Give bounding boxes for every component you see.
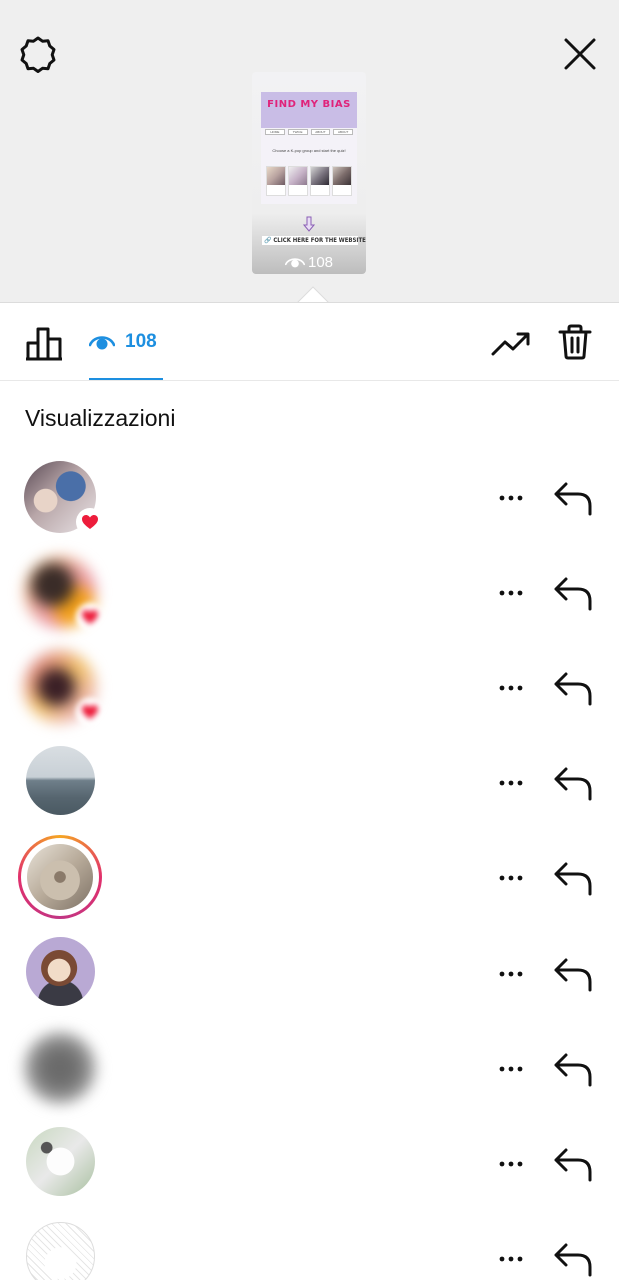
- story-thumbnail[interactable]: FIND MY BIAS HOME TWICE ABOUT ABOUT Choo…: [252, 72, 366, 274]
- avatar[interactable]: [26, 937, 95, 1006]
- website-tabs: HOME TWICE ABOUT ABOUT: [265, 129, 353, 135]
- link-sticker[interactable]: 🔗 CLICK HERE FOR THE WEBSITE: [262, 236, 366, 245]
- website-banner: [261, 92, 357, 128]
- more-horizontal-icon[interactable]: [494, 766, 528, 800]
- list-item-viewer[interactable]: [0, 1127, 619, 1222]
- group-photo: [266, 166, 286, 196]
- story-preview-area: FIND MY BIAS HOME TWICE ABOUT ABOUT Choo…: [0, 0, 619, 304]
- list-item-viewer[interactable]: [0, 556, 619, 651]
- reply-arrow-icon[interactable]: [552, 1144, 596, 1184]
- more-horizontal-icon[interactable]: [494, 1052, 528, 1086]
- more-horizontal-icon[interactable]: [494, 481, 528, 515]
- more-horizontal-icon[interactable]: [494, 1242, 528, 1276]
- avatar[interactable]: [26, 1222, 95, 1280]
- trending-up-icon[interactable]: [490, 327, 532, 359]
- list-item-viewer[interactable]: [0, 651, 619, 746]
- list-item-viewer[interactable]: [0, 1032, 619, 1127]
- list-item-viewer[interactable]: [0, 1222, 619, 1280]
- reply-arrow-icon[interactable]: [552, 858, 596, 898]
- more-horizontal-icon[interactable]: [494, 576, 528, 610]
- avatar[interactable]: [26, 1127, 95, 1196]
- website-subtitle: Choose a K-pop group and start the quiz!: [272, 148, 346, 153]
- avatar[interactable]: [26, 746, 95, 815]
- eye-icon: [89, 336, 115, 350]
- active-tab-indicator: [89, 378, 163, 380]
- website-tab: ABOUT: [333, 129, 353, 135]
- website-group-photos: [266, 166, 352, 196]
- section-heading: Visualizzazioni: [25, 405, 176, 431]
- avatar[interactable]: [27, 844, 93, 910]
- list-item-viewer[interactable]: [0, 746, 619, 841]
- more-horizontal-icon[interactable]: [494, 861, 528, 895]
- heart-icon: [76, 603, 104, 631]
- website-tab: TWICE: [287, 129, 308, 135]
- list-item-viewer[interactable]: [0, 937, 619, 1032]
- settings-gear-icon[interactable]: [18, 34, 58, 74]
- tab-views[interactable]: 108: [89, 303, 163, 381]
- avatar[interactable]: [24, 1032, 96, 1104]
- website-tab: HOME: [265, 129, 285, 135]
- trash-icon[interactable]: [556, 323, 594, 361]
- close-icon[interactable]: [560, 34, 600, 74]
- thumbnail-view-count: 108: [285, 252, 333, 272]
- reply-arrow-icon[interactable]: [552, 954, 596, 994]
- website-title: FIND MY BIAS: [267, 99, 351, 110]
- thumbnail-view-number: 108: [308, 253, 334, 271]
- more-horizontal-icon[interactable]: [494, 671, 528, 705]
- list-item-viewer[interactable]: [0, 835, 619, 936]
- eye-icon: [285, 258, 305, 268]
- list-item-viewer[interactable]: [0, 461, 619, 556]
- heart-icon: [76, 698, 104, 726]
- more-horizontal-icon[interactable]: [494, 957, 528, 991]
- website-tab: ABOUT: [310, 129, 331, 135]
- reply-arrow-icon[interactable]: [552, 1049, 596, 1089]
- reply-arrow-icon[interactable]: [552, 478, 596, 518]
- more-horizontal-icon[interactable]: [494, 1147, 528, 1181]
- reply-arrow-icon[interactable]: [552, 763, 596, 803]
- website-screenshot: FIND MY BIAS HOME TWICE ABOUT ABOUT Choo…: [261, 92, 357, 204]
- heart-icon: [76, 508, 104, 536]
- reply-arrow-icon[interactable]: [552, 668, 596, 708]
- group-photo: [288, 166, 308, 196]
- views-count: 108: [125, 331, 157, 352]
- reply-arrow-icon[interactable]: [552, 1239, 596, 1279]
- bar-chart-icon[interactable]: [24, 325, 64, 361]
- group-photo: [310, 166, 330, 196]
- group-photo: [332, 166, 352, 196]
- reply-arrow-icon[interactable]: [552, 573, 596, 613]
- story-insights-toolbar: 108: [0, 303, 619, 381]
- down-arrow-icon: [302, 216, 316, 232]
